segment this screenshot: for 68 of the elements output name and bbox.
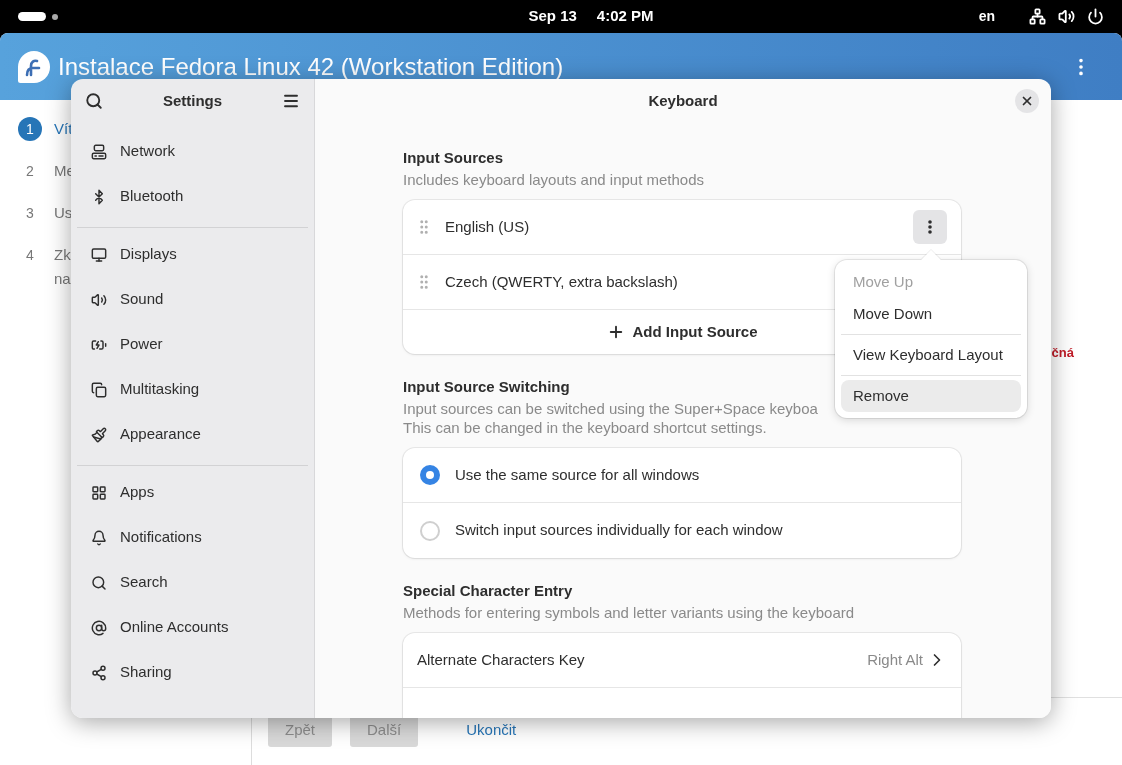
section-heading: Input Source Switching	[403, 377, 570, 397]
menu-item[interactable]: View Keyboard Layout	[841, 339, 1021, 371]
step-label[interactable]: Vít	[54, 117, 73, 141]
step-number: 3	[25, 203, 35, 223]
input-source-label: English (US)	[445, 216, 530, 237]
workspace-indicator[interactable]	[52, 13, 58, 20]
radio-button[interactable]	[420, 520, 440, 541]
bell-icon	[91, 529, 107, 546]
volume-icon[interactable]	[1058, 8, 1075, 25]
clock[interactable]: 4:02 PM	[596, 5, 654, 28]
section-description: Input sources can be switched using the Super+Space keyboa This can be changed in the keyboard shortcut settings.	[403, 399, 819, 437]
menu-icon[interactable]	[282, 92, 300, 110]
keyboard-language[interactable]: en	[978, 6, 995, 27]
power-icon[interactable]	[1087, 8, 1104, 25]
search-icon[interactable]	[85, 92, 103, 110]
close-button[interactable]	[1015, 89, 1039, 113]
warning-text: čná	[1051, 343, 1074, 362]
fedora-logo	[18, 50, 50, 83]
at-sign-icon	[91, 619, 107, 636]
share-icon	[91, 664, 107, 681]
close-icon	[1020, 94, 1034, 108]
speaker-icon	[91, 291, 107, 308]
quit-link[interactable]: Ukončit	[466, 719, 517, 742]
monitor-icon	[91, 246, 107, 263]
menu-item[interactable]: Remove	[841, 380, 1021, 412]
sidebar-item[interactable]: Online Accounts	[77, 605, 308, 650]
menu-item[interactable]: Move Down	[841, 298, 1021, 330]
step-label[interactable]: Us	[54, 201, 73, 225]
setting-label: Alternate Characters Key	[417, 650, 585, 670]
section-heading: Special Character Entry	[403, 581, 573, 601]
sidebar-item[interactable]: Bluetooth	[77, 174, 308, 219]
more-button[interactable]	[913, 210, 947, 244]
sidebar-item[interactable]: Sharing	[77, 650, 308, 695]
section-description: Methods for entering symbols and letter variants using the keyboard	[403, 603, 856, 622]
sidebar-item[interactable]: Notifications	[77, 515, 308, 560]
installer-title: Instalace Fedora Linux 42 (Workstation Edition)	[58, 51, 565, 82]
search-icon	[91, 574, 107, 591]
windows-icon	[91, 381, 107, 398]
network-icon[interactable]	[1029, 8, 1046, 25]
panel-title: Keyboard	[647, 90, 719, 111]
radio-label: Switch input sources individually for each window	[455, 520, 783, 541]
sidebar-item[interactable]: Power	[77, 322, 308, 367]
grid-icon	[91, 484, 107, 501]
step-number: 2	[25, 161, 35, 181]
brush-icon	[91, 426, 107, 443]
sidebar-item[interactable]: Network	[77, 129, 308, 174]
sidebar-item[interactable]: Displays	[77, 232, 308, 277]
sidebar-item[interactable]: Sound	[77, 277, 308, 322]
computer-icon	[91, 143, 107, 160]
section-heading: Input Sources	[403, 148, 503, 168]
workspace-indicator[interactable]	[18, 12, 46, 21]
setting-row[interactable]: Alternate Characters Key Right Alt	[403, 633, 961, 688]
radio-button[interactable]	[420, 465, 440, 485]
setting-value: Right Alt	[867, 649, 923, 670]
step-label[interactable]: Zk	[54, 243, 71, 267]
sidebar-item[interactable]: Appearance	[77, 412, 308, 457]
step-label[interactable]: na	[54, 267, 71, 291]
date[interactable]: Sep 13	[528, 5, 577, 28]
section-description: Includes keyboard layouts and input methods	[403, 170, 706, 189]
sidebar-item[interactable]: Search	[77, 560, 308, 605]
input-source-label: Czech (QWERTY, extra backslash)	[445, 271, 678, 292]
step-number: 4	[25, 245, 35, 265]
sidebar-title: Settings	[161, 90, 224, 111]
kebab-icon	[928, 220, 932, 234]
sidebar-item[interactable]: Multitasking	[77, 367, 308, 412]
radio-label: Use the same source for all windows	[455, 464, 700, 485]
step-number: 1	[18, 117, 42, 141]
sidebar-item[interactable]: Apps	[77, 470, 308, 515]
